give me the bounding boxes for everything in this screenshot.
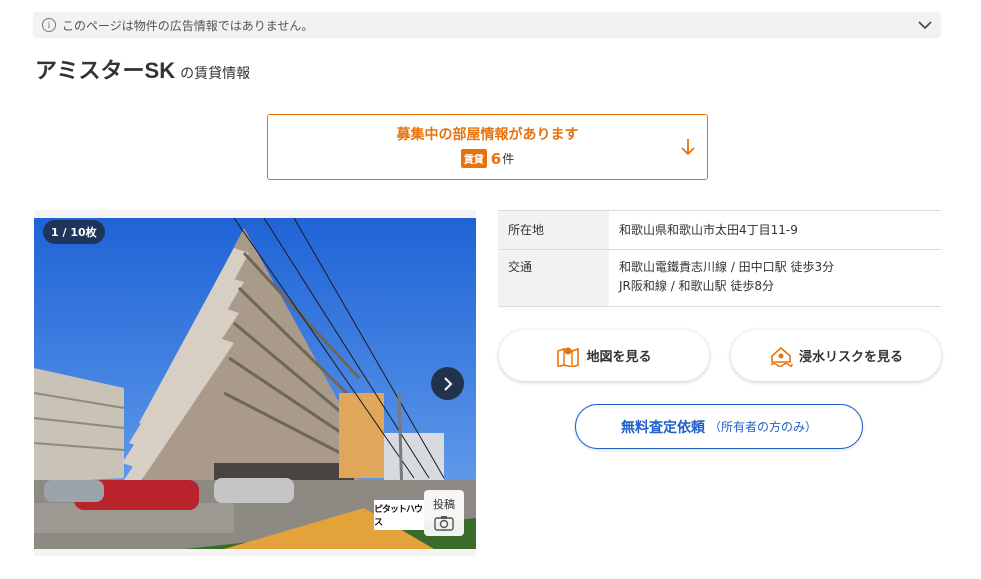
assessment-note: （所有者の方のみ） [708, 420, 817, 434]
property-name: アミスターSK [35, 58, 176, 83]
vacancy-link-box[interactable]: 募集中の部屋情報があります 賃貸 6 件 [267, 114, 708, 180]
property-details-table: 所在地 和歌山県和歌山市太田4丁目11-9 交通 和歌山電鐵貴志川線 / 田中口… [498, 210, 941, 307]
vacancy-count: 賃貸 6 件 [268, 149, 707, 168]
map-icon [556, 345, 580, 367]
view-map-label: 地図を見る [586, 350, 652, 365]
traffic-label: 交通 [498, 249, 609, 307]
flood-risk-label: 浸水リスクを見る [798, 350, 903, 365]
next-photo-button[interactable] [431, 367, 464, 400]
view-map-button[interactable]: 地図を見る [499, 330, 709, 381]
traffic-value: 和歌山電鐵貴志川線 / 田中口駅 徒歩3分 JR阪和線 / 和歌山駅 徒歩8分 [609, 249, 941, 307]
traffic-line-2: JR阪和線 / 和歌山駅 徒歩8分 [619, 279, 774, 293]
page-title: アミスターSK の賃貸情報 [35, 53, 250, 85]
traffic-line-1: 和歌山電鐵貴志川線 / 田中口駅 徒歩3分 [619, 260, 835, 274]
rental-badge: 賃貸 [460, 149, 487, 168]
house-flood-icon [769, 345, 793, 367]
vacancy-count-number: 6 [490, 149, 502, 168]
flood-risk-button[interactable]: 浸水リスクを見る [731, 330, 941, 381]
address-label: 所在地 [498, 210, 609, 250]
vacancy-title: 募集中の部屋情報があります [396, 127, 579, 143]
chevron-right-icon [443, 376, 452, 391]
post-photo-button[interactable]: 投稿 [424, 490, 464, 536]
photo-gallery[interactable]: 1 / 10枚 ピタットハウス 投稿 [34, 210, 476, 556]
arrow-down-icon [680, 137, 696, 161]
photo-counter: 1 / 10枚 [43, 220, 105, 244]
camera-icon [434, 515, 454, 531]
assessment-label: 無料査定依頼 [620, 419, 705, 436]
address-row: 所在地 和歌山県和歌山市太田4丁目11-9 [498, 210, 941, 250]
address-value: 和歌山県和歌山市太田4丁目11-9 [609, 210, 941, 250]
free-assessment-button[interactable]: 無料査定依頼 （所有者の方のみ） [575, 404, 863, 449]
post-label: 投稿 [433, 497, 455, 511]
notice-text: このページは物件の広告情報ではありません。 [62, 18, 314, 33]
traffic-row: 交通 和歌山電鐵貴志川線 / 田中口駅 徒歩3分 JR阪和線 / 和歌山駅 徒歩… [498, 249, 941, 307]
notice-bar[interactable]: i このページは物件の広告情報ではありません。 [33, 12, 941, 38]
info-icon: i [42, 18, 56, 32]
property-title-suffix: の賃貸情報 [180, 66, 251, 82]
vacancy-count-unit: 件 [502, 152, 515, 166]
brand-logo: ピタットハウス [374, 500, 424, 530]
chevron-down-icon[interactable] [917, 17, 933, 33]
